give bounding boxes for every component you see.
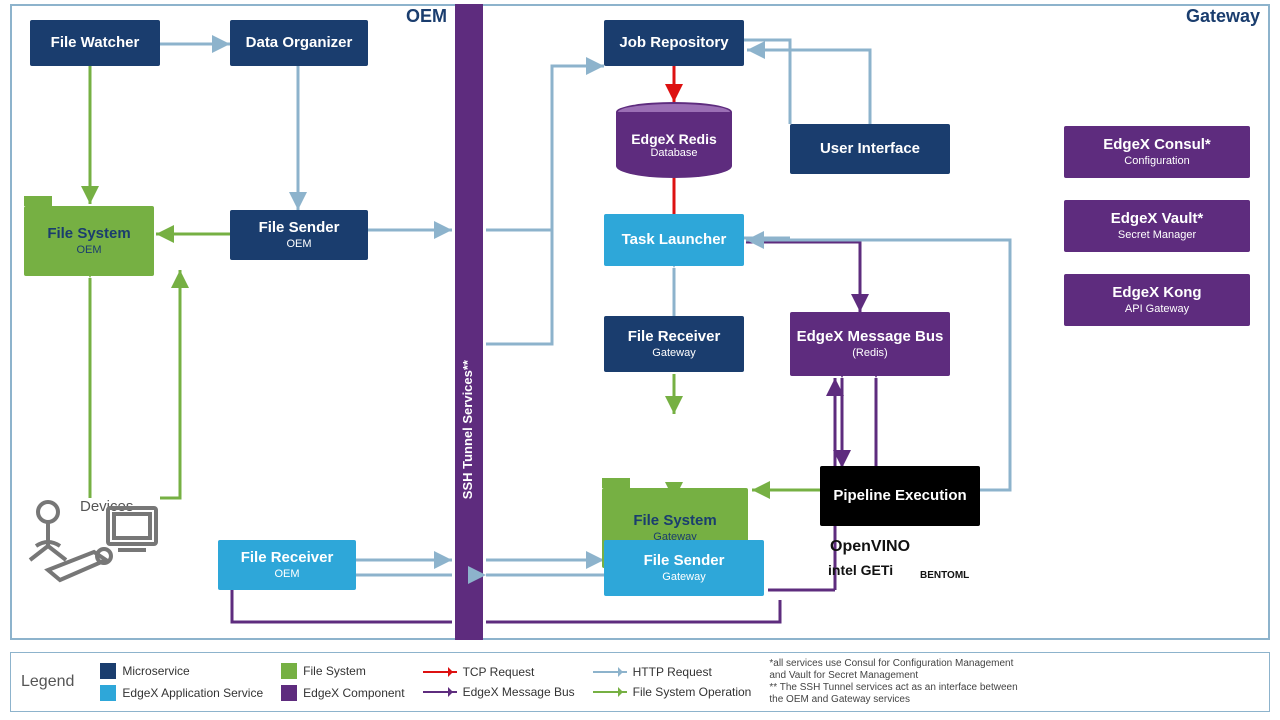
file-sender-gw-node: File Sender Gateway <box>604 540 764 596</box>
legend-appservice: EdgeX Application Service <box>122 686 263 700</box>
legend-note2: ** The SSH Tunnel services act as an int… <box>769 682 1019 706</box>
file-receiver-gw-title: File Receiver <box>628 328 721 345</box>
file-watcher-node: File Watcher <box>30 20 160 66</box>
pipeline-execution-node: Pipeline Execution <box>820 466 980 526</box>
data-organizer-title: Data Organizer <box>246 34 353 51</box>
file-sender-gw-sub: Gateway <box>662 571 705 584</box>
file-receiver-oem-sub: OEM <box>274 568 299 581</box>
legend-filesystem: File System <box>303 664 366 678</box>
file-watcher-title: File Watcher <box>51 34 140 51</box>
fs-gw-title: File System <box>633 512 716 529</box>
edgex-vault-title: EdgeX Vault* <box>1111 210 1204 227</box>
edgex-msgbus-title: EdgeX Message Bus <box>797 328 944 345</box>
edgex-vault-sub: Secret Manager <box>1118 229 1196 242</box>
user-interface-title: User Interface <box>820 140 920 157</box>
file-receiver-oem-node: File Receiver OEM <box>218 540 356 590</box>
ssh-tunnel-label: SSH Tunnel Services** <box>460 360 475 499</box>
geti-logo: intel GETi <box>828 562 893 578</box>
legend: Legend Microservice EdgeX Application Se… <box>10 652 1270 712</box>
legend-http: HTTP Request <box>633 665 712 679</box>
job-repository-node: Job Repository <box>604 20 744 66</box>
file-receiver-gw-sub: Gateway <box>652 347 695 360</box>
legend-title: Legend <box>21 673 74 691</box>
edgex-vault-node: EdgeX Vault* Secret Manager <box>1064 200 1250 252</box>
oem-label: OEM <box>406 6 447 27</box>
edgex-kong-title: EdgeX Kong <box>1112 284 1201 301</box>
fs-oem-node: File System OEM <box>24 206 154 276</box>
edgex-kong-sub: API Gateway <box>1125 303 1189 316</box>
pipeline-execution-title: Pipeline Execution <box>833 487 966 504</box>
edgex-kong-node: EdgeX Kong API Gateway <box>1064 274 1250 326</box>
data-organizer-node: Data Organizer <box>230 20 368 66</box>
task-launcher-title: Task Launcher <box>622 231 727 248</box>
job-repository-title: Job Repository <box>619 34 728 51</box>
devices-icon <box>18 490 168 590</box>
legend-msgbus: EdgeX Message Bus <box>463 685 575 699</box>
legend-tcp: TCP Request <box>463 665 535 679</box>
legend-note1: *all services use Consul for Configurati… <box>769 658 1019 682</box>
edgex-redis-db-node: EdgeX Redis Database <box>616 102 732 178</box>
file-receiver-oem-title: File Receiver <box>241 549 334 566</box>
legend-microservice: Microservice <box>122 664 189 678</box>
edgex-redis-sub: Database <box>650 147 697 159</box>
bentoml-logo: BENTOML <box>920 570 969 581</box>
openvino-logo: OpenVINO <box>830 538 910 556</box>
file-receiver-gw-node: File Receiver Gateway <box>604 316 744 372</box>
legend-fsop: File System Operation <box>633 685 752 699</box>
edgex-consul-node: EdgeX Consul* Configuration <box>1064 126 1250 178</box>
file-sender-oem-title: File Sender <box>259 219 340 236</box>
file-sender-oem-sub: OEM <box>286 238 311 251</box>
fs-oem-title: File System <box>47 225 130 242</box>
edgex-msgbus-sub: (Redis) <box>852 347 887 360</box>
ssh-tunnel-bar <box>455 4 483 640</box>
legend-edgex: EdgeX Component <box>303 686 404 700</box>
task-launcher-node: Task Launcher <box>604 214 744 266</box>
fs-oem-sub: OEM <box>76 244 101 257</box>
edgex-consul-title: EdgeX Consul* <box>1103 136 1211 153</box>
edgex-redis-title: EdgeX Redis <box>631 131 717 147</box>
user-interface-node: User Interface <box>790 124 950 174</box>
file-sender-gw-title: File Sender <box>644 552 725 569</box>
edgex-msgbus-node: EdgeX Message Bus (Redis) <box>790 312 950 376</box>
gateway-label: Gateway <box>1186 6 1260 27</box>
edgex-consul-sub: Configuration <box>1124 155 1189 168</box>
architecture-diagram: OEM Gateway SSH Tunnel Services** <box>0 0 1280 720</box>
file-sender-oem-node: File Sender OEM <box>230 210 368 260</box>
